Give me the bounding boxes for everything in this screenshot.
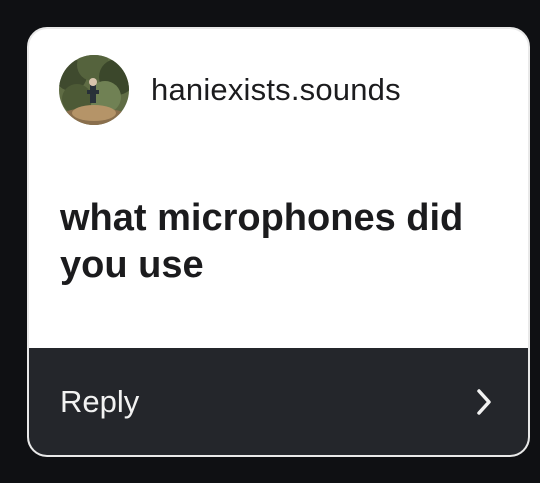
username: haniexists.sounds [151,72,401,107]
avatar [59,55,129,125]
card-header: haniexists.sounds [59,55,401,125]
question-text: what microphones did you use [60,197,464,286]
chevron-right-icon [474,387,494,417]
question-card: haniexists.sounds what microphones did y… [27,27,530,457]
reply-button[interactable]: Reply [29,348,528,455]
reply-label: Reply [60,383,140,419]
